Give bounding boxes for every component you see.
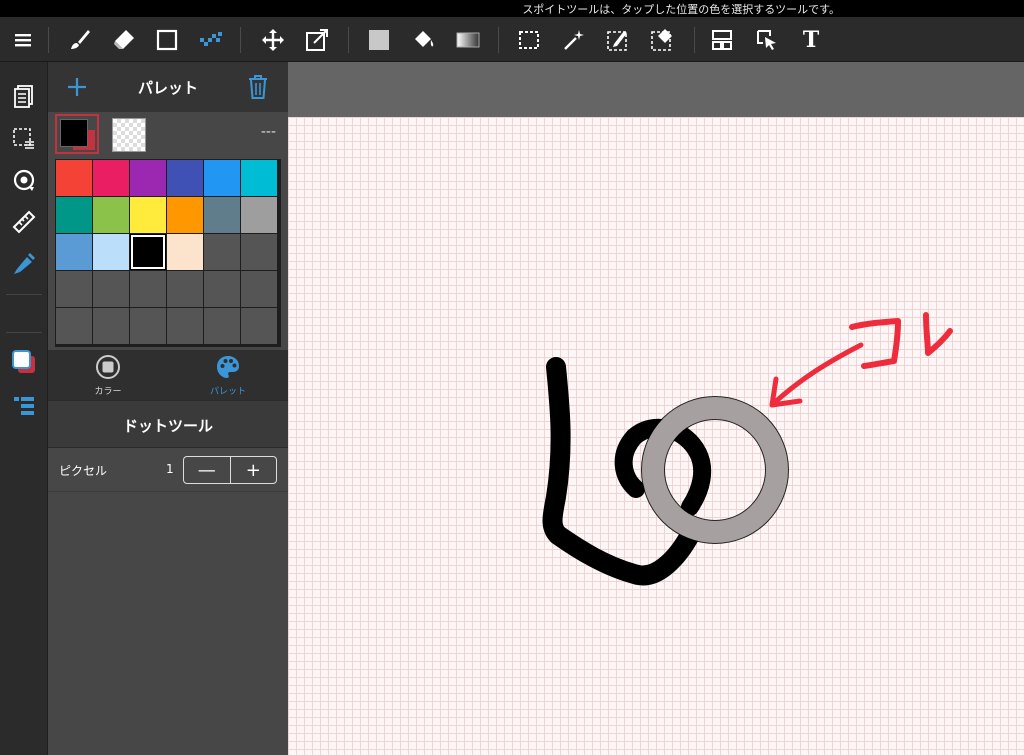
- selection-layer-icon[interactable]: [8, 122, 40, 154]
- pixel-stepper: — +: [183, 456, 277, 484]
- status-bar: スポイトツールは、タップした位置の色を選択するツールです。: [0, 0, 1024, 17]
- palette-swatch[interactable]: [93, 197, 129, 233]
- move-icon[interactable]: [256, 23, 290, 57]
- palette-swatch[interactable]: [241, 308, 277, 344]
- rectangle-icon[interactable]: [150, 23, 184, 57]
- pixel-label: ピクセル: [59, 464, 108, 478]
- tool-title: ドットツール: [122, 417, 213, 435]
- palette-swatch[interactable]: [130, 197, 166, 233]
- tab-color[interactable]: カラー: [48, 350, 168, 400]
- transparent-color-swatch[interactable]: [112, 118, 146, 152]
- palette-swatch[interactable]: [93, 160, 129, 196]
- palette-swatch[interactable]: [167, 234, 203, 270]
- tab-color-label: カラー: [94, 387, 122, 397]
- dot-tool-icon[interactable]: [194, 23, 228, 57]
- tooltip-text: スポイトツールは、タップした位置の色を選択するツールです。: [522, 3, 840, 16]
- layer-list-icon[interactable]: [8, 390, 40, 422]
- layers-icon[interactable]: [8, 80, 40, 112]
- palette-swatch[interactable]: [167, 197, 203, 233]
- gradient-icon[interactable]: [451, 23, 485, 57]
- palette-swatch[interactable]: [56, 160, 92, 196]
- palette-grid: [55, 159, 281, 347]
- palette-swatch[interactable]: [241, 271, 277, 307]
- palette-swatch[interactable]: [204, 308, 240, 344]
- text-icon[interactable]: T: [794, 23, 828, 57]
- increase-button[interactable]: +: [229, 457, 277, 483]
- trash-icon[interactable]: [246, 73, 270, 101]
- current-colors: ---: [48, 112, 288, 156]
- palette-icon: [217, 356, 239, 378]
- palette-swatch[interactable]: [204, 234, 240, 270]
- palette-swatch[interactable]: [167, 308, 203, 344]
- tab-palette[interactable]: パレット: [168, 350, 288, 400]
- palette-header: パレット: [48, 62, 288, 112]
- palette-swatch[interactable]: [130, 234, 166, 270]
- palette-swatch[interactable]: [130, 271, 166, 307]
- palette-swatch[interactable]: [130, 160, 166, 196]
- operation-icon[interactable]: [750, 23, 784, 57]
- ruler-icon[interactable]: [8, 206, 40, 238]
- palette-swatch[interactable]: [93, 271, 129, 307]
- fill-color-icon[interactable]: [362, 23, 396, 57]
- pixel-value: 1: [166, 462, 174, 476]
- decrease-button[interactable]: —: [184, 457, 230, 483]
- palette-swatch[interactable]: [241, 234, 277, 270]
- text-tool-label: T: [802, 27, 820, 53]
- tab-palette-label: パレット: [209, 387, 246, 397]
- palette-swatch[interactable]: [93, 234, 129, 270]
- palette-swatch[interactable]: [167, 160, 203, 196]
- select-eraser-icon[interactable]: [645, 23, 679, 57]
- color-wheel-icon: [96, 355, 120, 379]
- palette-swatch[interactable]: [56, 308, 92, 344]
- canvas-area[interactable]: [288, 62, 1024, 755]
- palette-swatch[interactable]: [130, 308, 166, 344]
- magic-wand-icon[interactable]: [557, 23, 591, 57]
- palette-name-placeholder: ---: [260, 124, 276, 140]
- palette-swatch[interactable]: [56, 234, 92, 270]
- canvas-drawing: [542, 312, 953, 586]
- palette-swatch[interactable]: [56, 197, 92, 233]
- palette-panel: パレット --- カラー パレット ドットツール ピクセル 1 — +: [48, 62, 288, 755]
- foreground-color-swatch[interactable]: [55, 114, 99, 154]
- palette-swatch[interactable]: [93, 308, 129, 344]
- color-tabs: カラー パレット: [48, 350, 288, 400]
- side-rail: [0, 62, 48, 755]
- annotation-text: [849, 312, 953, 369]
- palette-swatch[interactable]: [204, 197, 240, 233]
- color-icon[interactable]: [8, 346, 40, 378]
- palette-swatch[interactable]: [241, 197, 277, 233]
- material-icon[interactable]: [8, 248, 40, 280]
- tool-title-bar: ドットツール: [48, 400, 288, 448]
- menu-icon[interactable]: [6, 23, 40, 57]
- palette-swatch[interactable]: [167, 271, 203, 307]
- bucket-icon[interactable]: [407, 23, 441, 57]
- palette-swatch[interactable]: [241, 160, 277, 196]
- annotation-arrow: [769, 342, 864, 408]
- eraser-icon[interactable]: [107, 23, 141, 57]
- transform-icon[interactable]: [300, 23, 334, 57]
- select-rect-icon[interactable]: [512, 23, 546, 57]
- pixel-size-row: ピクセル 1 — +: [48, 448, 288, 492]
- palette-swatch[interactable]: [204, 160, 240, 196]
- toolbar: T: [0, 17, 1024, 62]
- palette-swatch[interactable]: [204, 271, 240, 307]
- brush-icon[interactable]: [63, 23, 97, 57]
- rotate-icon[interactable]: [8, 164, 40, 196]
- select-pen-icon[interactable]: [601, 23, 635, 57]
- drawing-canvas[interactable]: [288, 117, 1024, 755]
- palette-swatch[interactable]: [56, 271, 92, 307]
- layout-icon[interactable]: [705, 23, 739, 57]
